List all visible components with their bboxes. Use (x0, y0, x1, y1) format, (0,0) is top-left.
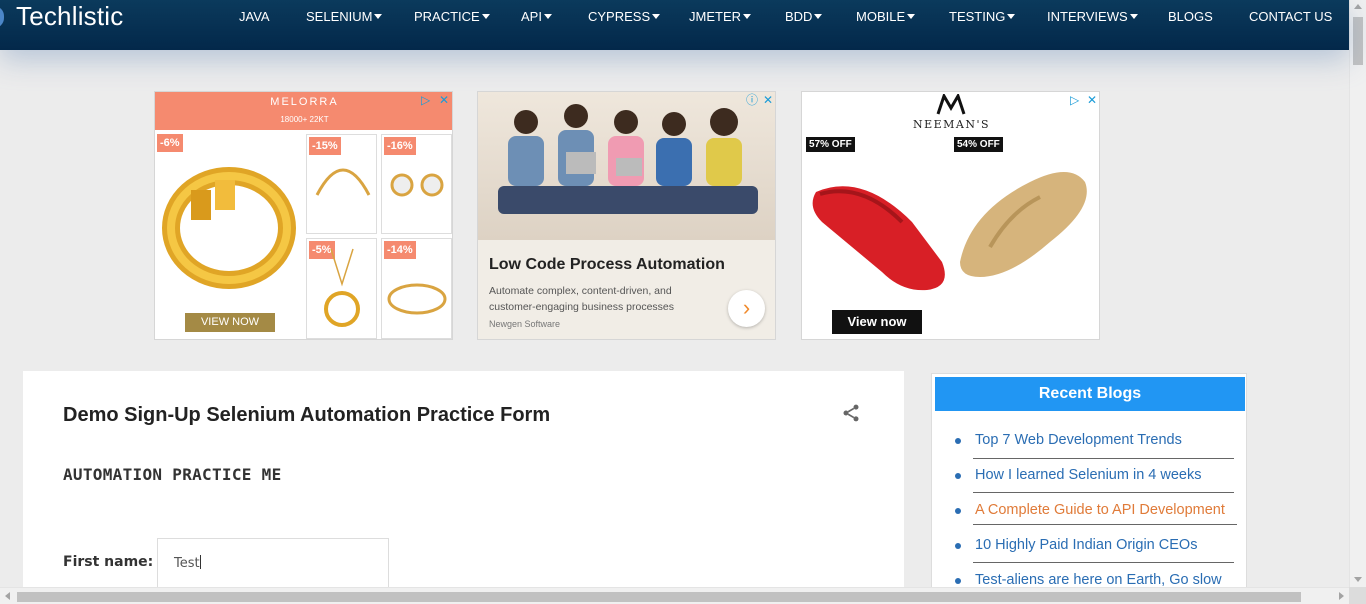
ad-neemans[interactable]: NEEMAN'S ▷ ✕ 57% OFF 54% OFF View now (801, 91, 1100, 340)
first-name-label: First name: (63, 554, 154, 570)
scrollbar-corner (1349, 587, 1366, 604)
divider (973, 524, 1237, 525)
ad-melorra-header: MELORRA 18000+ 22KT (155, 92, 452, 130)
divider (973, 562, 1234, 563)
chevron-down-icon (814, 14, 823, 19)
scroll-right-icon[interactable] (1339, 592, 1344, 600)
chevron-down-icon (543, 14, 552, 19)
chain-image (387, 283, 447, 315)
ad-melorra-view-now-button[interactable]: VIEW NOW (185, 313, 275, 332)
first-name-value: Test (174, 556, 200, 571)
nav-interviews[interactable]: INTERVIEWS (1047, 9, 1138, 25)
chevron-down-icon (481, 14, 490, 19)
main-content: Demo Sign-Up Selenium Automation Practic… (23, 371, 904, 604)
page-title: Demo Sign-Up Selenium Automation Practic… (63, 404, 551, 426)
ad-neemans-view-now-button[interactable]: View now (832, 310, 922, 334)
nav-contact-us[interactable]: CONTACT US (1249, 9, 1332, 25)
nav-cypress[interactable]: CYPRESS (588, 9, 661, 25)
section-heading: AUTOMATION PRACTICE ME (63, 465, 282, 484)
blog-link-1[interactable]: Top 7 Web Development Trends (975, 432, 1182, 448)
offer-badge: 57% OFF (806, 137, 855, 152)
nav-jmeter[interactable]: JMETER (689, 9, 751, 25)
share-icon[interactable] (841, 403, 861, 423)
ad-product-earrings[interactable]: -16% (381, 134, 452, 234)
ad-product-chain[interactable]: -14% (381, 238, 452, 339)
chevron-down-icon (652, 14, 661, 19)
ad-melorra-brand: MELORRA (270, 96, 339, 108)
ad-newgen-photo (478, 92, 775, 240)
chevron-right-icon[interactable]: › (728, 290, 765, 327)
ad-newgen-title[interactable]: Low Code Process Automation (489, 256, 725, 274)
horizontal-scroll-thumb[interactable] (17, 592, 1301, 602)
ad-newgen-source: Newgen Software (489, 319, 561, 329)
site-logo[interactable]: Techlistic (16, 0, 123, 32)
divider (973, 492, 1234, 493)
chevron-down-icon (1007, 14, 1016, 19)
bangle-image (315, 168, 371, 196)
earrings-image (390, 173, 444, 197)
nav-java[interactable]: JAVA (239, 9, 270, 25)
nav-selenium[interactable]: SELENIUM (306, 9, 383, 25)
vertical-scroll-thumb[interactable] (1353, 17, 1363, 65)
bullet-icon (955, 508, 961, 514)
nav-api[interactable]: API (521, 9, 552, 25)
close-icon[interactable]: ✕ (1087, 94, 1097, 106)
bullet-icon (955, 438, 961, 444)
close-icon[interactable]: ✕ (439, 94, 449, 106)
nav-practice[interactable]: PRACTICE (414, 9, 490, 25)
red-slide-image (812, 186, 945, 291)
ad-newgen-description: Automate complex, content-driven, and cu… (489, 285, 675, 313)
ad-melorra[interactable]: MELORRA 18000+ 22KT ▷ ✕ -6% VIEW NOW -15… (154, 91, 453, 340)
nav-mobile[interactable]: MOBILE (856, 9, 916, 25)
bullet-icon (955, 473, 961, 479)
recent-blogs-widget: Recent Blogs Top 7 Web Development Trend… (931, 373, 1247, 604)
people-image (498, 104, 758, 214)
recent-blogs-heading: Recent Blogs (935, 377, 1245, 411)
scroll-left-icon[interactable] (5, 592, 10, 600)
logo-mark (0, 6, 4, 28)
nav-blogs[interactable]: BLOGS (1168, 9, 1213, 25)
horizontal-scrollbar[interactable] (0, 587, 1349, 604)
nav-bdd[interactable]: BDD (785, 9, 823, 25)
nav-testing[interactable]: TESTING (949, 9, 1016, 25)
info-icon[interactable]: ⓘ (746, 94, 758, 106)
ad-melorra-subtitle: 18000+ 22KT (280, 115, 329, 124)
blog-link-2[interactable]: How I learned Selenium in 4 weeks (975, 467, 1201, 483)
adchoices-icon[interactable]: ▷ (1070, 94, 1079, 106)
blog-link-4[interactable]: 10 Highly Paid Indian Origin CEOs (975, 537, 1197, 553)
offer-badge: 54% OFF (954, 137, 1003, 152)
bullet-icon (955, 543, 961, 549)
ad-neemans-brand: NEEMAN'S (912, 118, 991, 131)
bullet-icon (955, 578, 961, 584)
blog-link-3[interactable]: A Complete Guide to API Development (975, 502, 1225, 518)
divider (973, 458, 1234, 459)
adchoices-icon[interactable]: ▷ (421, 94, 430, 106)
ad-product-ring[interactable]: -6% VIEW NOW (155, 132, 303, 339)
ad-product-pendant[interactable]: -5% (306, 238, 377, 339)
pendant-image (324, 248, 360, 327)
chevron-down-icon (907, 14, 916, 19)
neemans-logo-icon (936, 94, 966, 115)
top-navbar: Techlistic JAVA SELENIUM PRACTICE API CY… (0, 0, 1349, 50)
ring-image (162, 167, 296, 289)
close-icon[interactable]: ✕ (763, 94, 773, 106)
scroll-up-icon[interactable] (1354, 4, 1362, 9)
blog-link-5[interactable]: Test-aliens are here on Earth, Go slow (975, 572, 1222, 588)
scroll-down-icon[interactable] (1354, 577, 1362, 582)
vertical-scrollbar[interactable] (1349, 0, 1366, 604)
chevron-down-icon (374, 14, 383, 19)
chevron-down-icon (743, 14, 751, 19)
text-cursor (199, 555, 201, 569)
chevron-down-icon (1129, 14, 1138, 19)
ad-product-bangle[interactable]: -15% (306, 134, 377, 234)
ad-newgen[interactable]: ⓘ ✕ Low Code Process Automation Automate… (477, 91, 776, 340)
flip-flop-image (960, 172, 1087, 277)
